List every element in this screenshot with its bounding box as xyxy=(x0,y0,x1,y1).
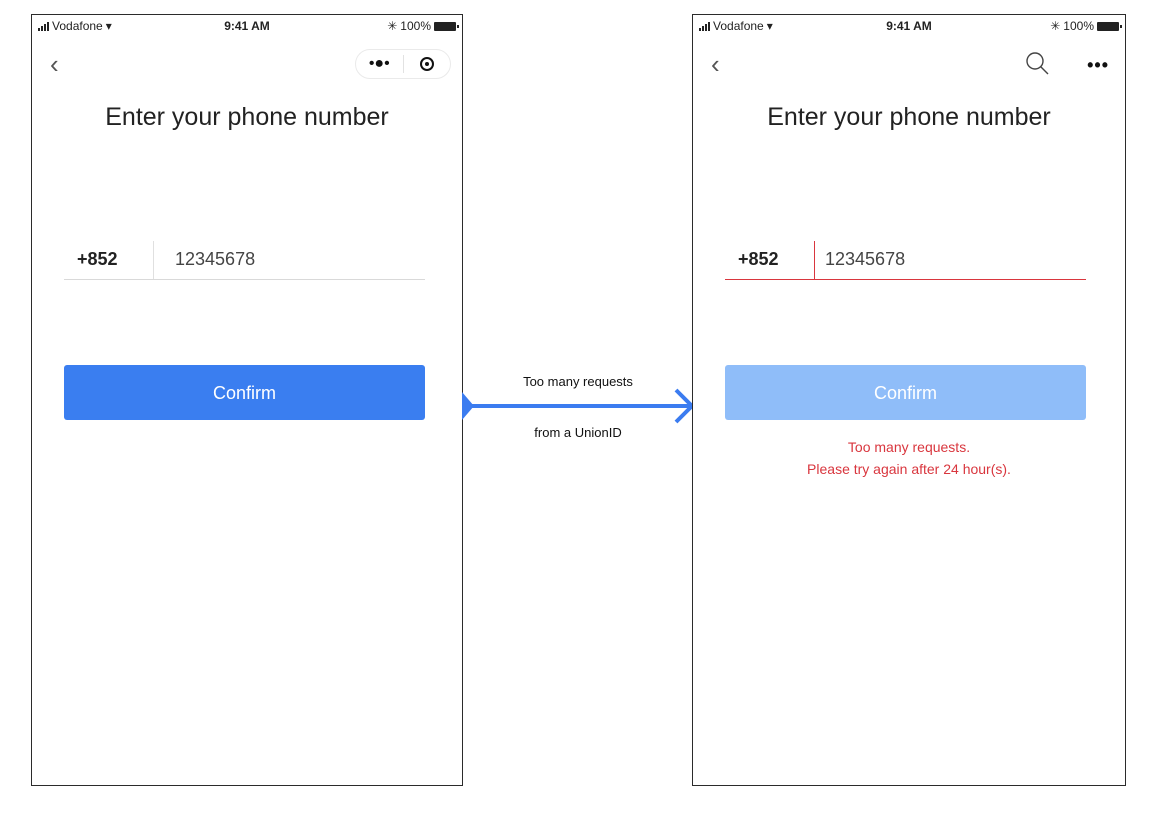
battery-percent: 100% xyxy=(1063,19,1094,33)
phone-input-row: +852 12345678 xyxy=(64,241,425,280)
phone-number-input[interactable]: 12345678 xyxy=(175,249,255,270)
search-icon[interactable] xyxy=(1025,51,1049,75)
target-icon xyxy=(419,56,434,71)
error-line-1: Too many requests. xyxy=(847,439,971,455)
battery-icon xyxy=(1097,21,1122,31)
page-title: Enter your phone number xyxy=(767,103,1051,131)
phone-input-row-error: +852 12345678 xyxy=(725,241,1086,280)
battery-status: ✳ 100% xyxy=(1050,19,1122,33)
transition-label-1: Too many requests xyxy=(523,374,633,389)
status-bar: Vodafone ▾ 9:41 AM ✳ 100% xyxy=(32,15,462,39)
phone-number-input[interactable]: 12345678 xyxy=(825,249,905,270)
battery-icon xyxy=(434,21,459,31)
back-icon[interactable]: ‹ xyxy=(711,51,720,77)
bluetooth-icon: ✳ xyxy=(1050,19,1061,33)
page-title: Enter your phone number xyxy=(105,103,389,131)
close-program-button[interactable] xyxy=(404,55,451,73)
country-code-selector[interactable]: +852 xyxy=(77,249,118,270)
error-line-2: Please try again after 24 hour(s). xyxy=(807,461,1011,477)
confirm-button-disabled: Confirm xyxy=(725,365,1086,420)
mini-program-capsule: •●• xyxy=(355,49,451,79)
confirm-button[interactable]: Confirm xyxy=(64,365,425,420)
more-icon[interactable]: •●• xyxy=(356,55,403,73)
transition-arrow xyxy=(462,388,695,424)
field-divider xyxy=(814,241,815,279)
status-bar: Vodafone ▾ 9:41 AM ✳ 100% xyxy=(693,15,1125,39)
field-divider xyxy=(153,241,154,279)
transition-label-2: from a UnionID xyxy=(534,425,622,440)
bluetooth-icon: ✳ xyxy=(387,19,398,33)
back-icon[interactable]: ‹ xyxy=(50,51,59,77)
battery-status: ✳ 100% xyxy=(387,19,459,33)
phone-screen-after: Vodafone ▾ 9:41 AM ✳ 100% ‹ ••• Enter yo… xyxy=(692,14,1126,786)
more-icon[interactable]: ••• xyxy=(1087,55,1109,76)
error-message: Too many requests. Please try again afte… xyxy=(693,436,1125,480)
battery-percent: 100% xyxy=(400,19,431,33)
phone-screen-before: Vodafone ▾ 9:41 AM ✳ 100% ‹ •●• Enter yo… xyxy=(31,14,463,786)
country-code-selector[interactable]: +852 xyxy=(738,249,779,270)
